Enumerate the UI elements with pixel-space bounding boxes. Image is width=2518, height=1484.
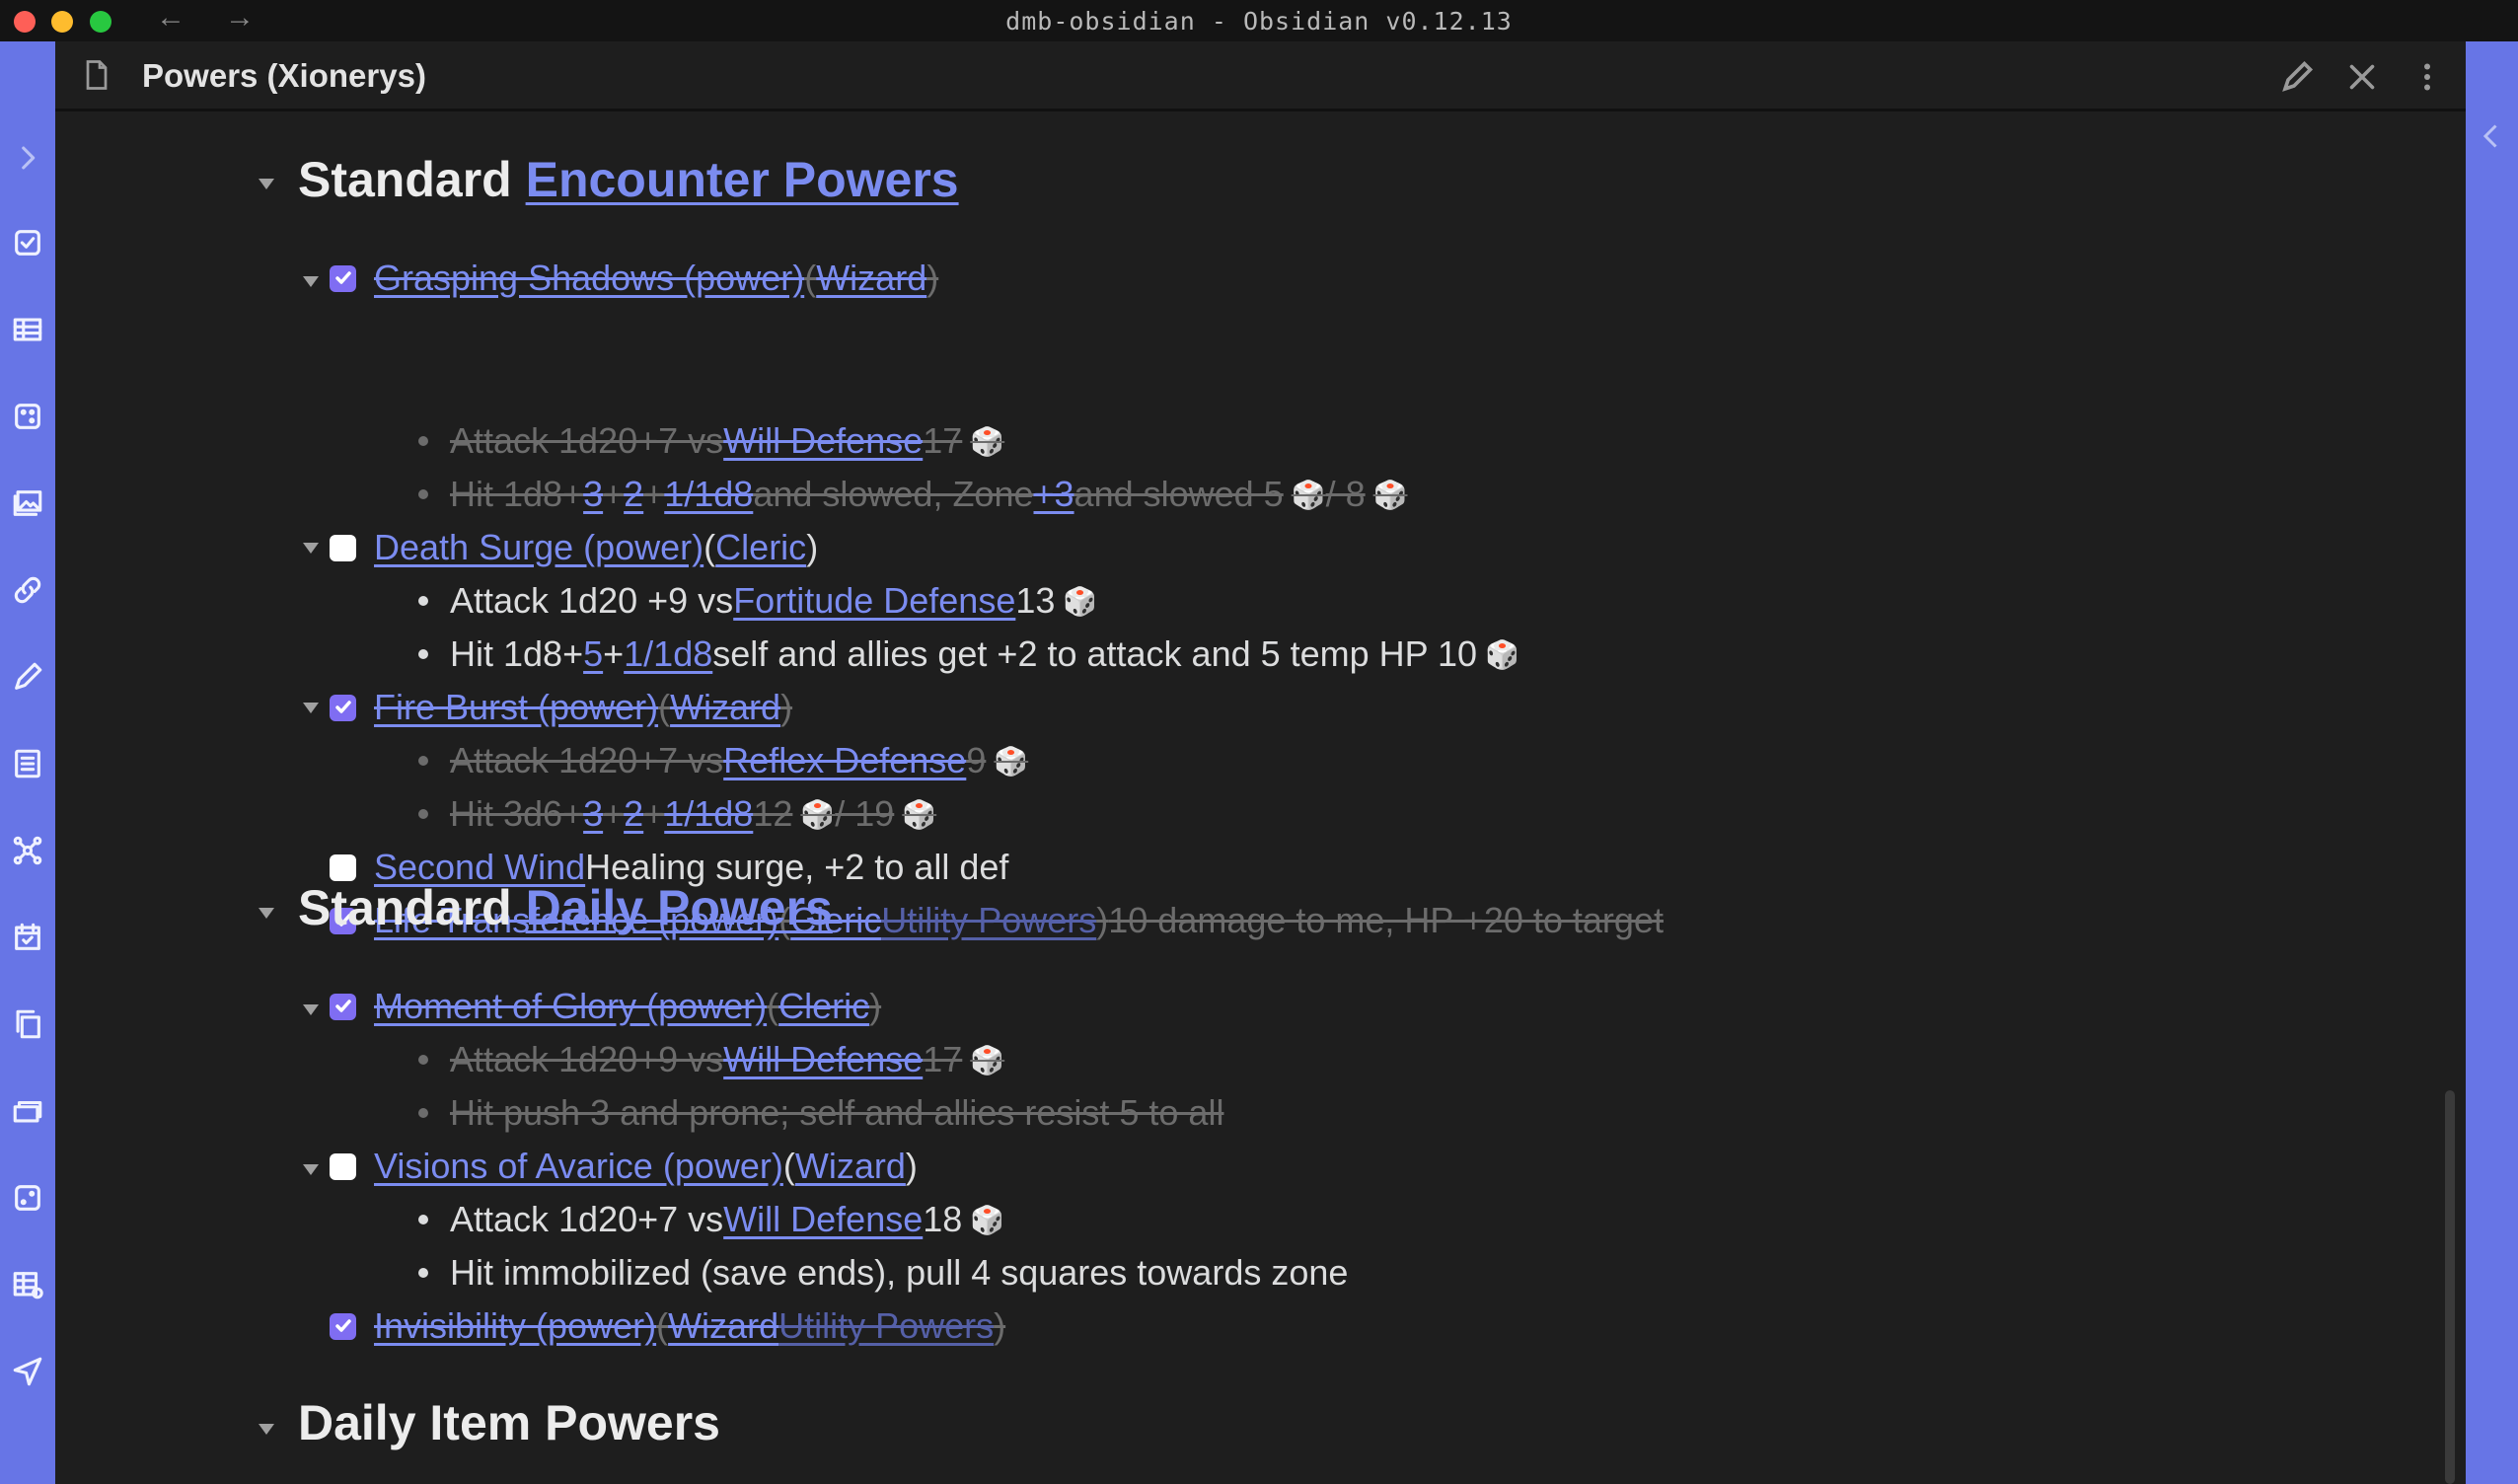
checkbox-checked[interactable] — [330, 993, 356, 1020]
minimize-window-button[interactable] — [51, 11, 73, 33]
checkbox-checked[interactable] — [330, 694, 356, 721]
defense-link[interactable]: Will Defense — [723, 420, 923, 462]
list-item-hit: Hit immobilized (save ends), pull 4 squa… — [418, 1247, 1348, 1298]
task-invisibility: Invisibility (power) (Wizard Utility Pow… — [330, 1300, 1005, 1352]
defense-link[interactable]: Fortitude Defense — [733, 580, 1015, 622]
fold-toggle-icon[interactable] — [303, 276, 319, 287]
dice-icon[interactable]: 🎲 — [994, 745, 1028, 778]
list-item-hit: Hit 3d6+ 3 +2 +1/1d8 12 🎲 / 19 🎲 — [418, 788, 936, 840]
left-ribbon — [0, 41, 55, 1484]
file-icon — [79, 57, 114, 93]
list-item-attack: Attack 1d20 +9 vs Fortitude Defense 13 🎲 — [418, 575, 1097, 627]
fold-toggle-icon[interactable] — [259, 179, 274, 189]
note-title[interactable]: Powers (Xionerys) — [142, 57, 426, 95]
zoom-window-button[interactable] — [90, 11, 111, 33]
copy-icon[interactable] — [6, 1002, 49, 1046]
cards-icon[interactable] — [6, 1089, 49, 1133]
list-item-attack: Attack 1d20+9 vs Will Defense 17 🎲 — [418, 1034, 1004, 1085]
send-icon[interactable] — [6, 1350, 49, 1393]
dice-icon[interactable]: 🎲 — [970, 1044, 1004, 1076]
view-header: Powers (Xionerys) — [55, 41, 2466, 111]
close-icon[interactable] — [2344, 59, 2380, 95]
task-visions-of-avarice: Visions of Avarice (power) (Wizard) — [330, 1141, 918, 1192]
utility-powers-link[interactable]: Utility Powers — [881, 900, 1096, 941]
task-grasping-shadows: Grasping Shadows (power) (Wizard) — [330, 253, 938, 304]
link-icon[interactable] — [6, 568, 49, 612]
utility-powers-link[interactable]: Utility Powers — [778, 1305, 994, 1347]
checkbox-icon[interactable] — [6, 221, 49, 264]
heading-link[interactable]: Encounter Powers — [526, 152, 959, 207]
dice-icon[interactable]: 🎲 — [1063, 585, 1097, 618]
dice-icon[interactable]: 🎲 — [970, 425, 1004, 458]
dice-icon[interactable] — [6, 1176, 49, 1220]
dice-icon[interactable] — [6, 395, 49, 438]
list-item-hit: Hit 1d8+ 5 +1/1d8 self and allies get +2 t… — [418, 629, 1519, 680]
heading-daily-powers: Standard Daily Powers — [298, 880, 833, 935]
forward-arrow-icon[interactable]: → — [225, 2, 255, 34]
checkbox-checked[interactable] — [330, 1312, 356, 1340]
task-moment-of-glory: Moment of Glory (power) (Cleric) — [330, 981, 881, 1032]
edit-pencil-icon[interactable] — [2279, 59, 2315, 95]
list-item-attack: Attack 1d20+7 vs Will Defense 17 🎲 — [418, 415, 1004, 467]
power-link[interactable]: Moment of Glory (power) — [374, 986, 767, 1027]
checkbox-unchecked[interactable] — [330, 1152, 356, 1180]
scrollbar-thumb[interactable] — [2445, 1090, 2455, 1484]
more-options-icon[interactable] — [2409, 59, 2445, 95]
window-title: dmb-obsidian - Obsidian v0.12.13 — [1005, 6, 1513, 36]
defense-link[interactable]: Will Defense — [723, 1039, 923, 1080]
class-link[interactable]: Wizard — [816, 258, 926, 299]
class-link[interactable]: Cleric — [778, 986, 869, 1027]
dice-icon[interactable]: 🎲 — [970, 1204, 1004, 1236]
heading-daily-item-powers: Daily Item Powers — [298, 1395, 720, 1450]
task-death-surge: Death Surge (power) (Cleric) — [330, 522, 818, 573]
list-item-attack: Attack 1d20+7 vs Reflex Defense 9 🎲 — [418, 735, 1028, 786]
chevron-left-icon[interactable] — [2474, 118, 2509, 154]
list-item-hit: Hit push 3 and prone; self and allies re… — [418, 1087, 1223, 1139]
fold-toggle-icon[interactable] — [303, 1164, 319, 1175]
class-link[interactable]: Cleric — [715, 527, 806, 568]
title-bar: ← → dmb-obsidian - Obsidian v0.12.13 — [0, 0, 2518, 41]
heading-link[interactable]: Daily Powers — [526, 880, 833, 935]
back-arrow-icon[interactable]: ← — [156, 2, 185, 34]
power-link[interactable]: Invisibility (power) — [374, 1305, 656, 1347]
close-window-button[interactable] — [14, 11, 36, 33]
list-icon[interactable] — [6, 742, 49, 785]
power-link[interactable]: Visions of Avarice (power) — [374, 1146, 783, 1187]
checkbox-checked[interactable] — [330, 264, 356, 292]
fold-toggle-icon[interactable] — [259, 908, 274, 919]
table-icon[interactable] — [6, 308, 49, 351]
graph-icon[interactable] — [6, 829, 49, 872]
heading-encounter-powers: Standard Encounter Powers — [298, 152, 959, 207]
dice-icon[interactable]: 🎲 — [1373, 479, 1408, 511]
power-link[interactable]: Death Surge (power) — [374, 527, 704, 568]
power-link[interactable]: Fire Burst (power) — [374, 687, 658, 728]
class-link[interactable]: Wizard — [670, 687, 780, 728]
fold-toggle-icon[interactable] — [303, 1004, 319, 1015]
checkbox-unchecked[interactable] — [330, 853, 356, 881]
task-fire-burst: Fire Burst (power) (Wizard) — [330, 682, 792, 733]
image-icon[interactable] — [6, 482, 49, 525]
fold-toggle-icon[interactable] — [303, 543, 319, 554]
defense-link[interactable]: Reflex Defense — [723, 740, 966, 781]
dice-icon[interactable]: 🎲 — [800, 798, 835, 831]
class-link[interactable]: Wizard — [795, 1146, 906, 1187]
class-link[interactable]: Wizard — [668, 1305, 778, 1347]
fold-toggle-icon[interactable] — [303, 703, 319, 713]
list-item-hit: Hit 1d8+ 3 +2 +1/1d8 and slowed, Zone +3 an… — [418, 469, 1407, 520]
checkbox-unchecked[interactable] — [330, 534, 356, 561]
chevron-right-icon[interactable] — [6, 136, 49, 180]
list-item-attack: Attack 1d20+7 vs Will Defense 18 🎲 — [418, 1194, 1004, 1245]
right-ribbon — [2466, 41, 2518, 1484]
dice-icon[interactable]: 🎲 — [1292, 479, 1326, 511]
defense-link[interactable]: Will Defense — [723, 1199, 923, 1240]
table-settings-icon[interactable] — [6, 1263, 49, 1306]
pencil-icon[interactable] — [6, 655, 49, 699]
dice-icon[interactable]: 🎲 — [1485, 638, 1519, 671]
calendar-icon[interactable] — [6, 916, 49, 959]
fold-toggle-icon[interactable] — [259, 1424, 274, 1435]
power-link[interactable]: Grasping Shadows (power) — [374, 258, 804, 299]
dice-icon[interactable]: 🎲 — [902, 798, 936, 831]
